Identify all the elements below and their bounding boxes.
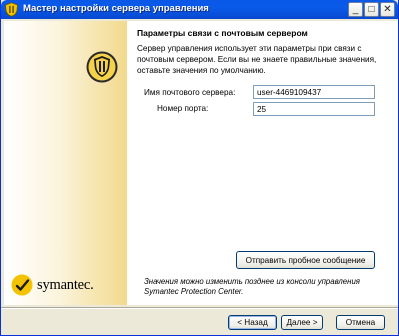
footer-separator: [1, 307, 398, 309]
minimize-icon: _: [352, 3, 359, 15]
shield-icon: [86, 51, 118, 83]
symantec-logo-icon: [11, 274, 33, 296]
minimize-button[interactable]: _: [348, 2, 363, 17]
close-icon: ✕: [383, 3, 392, 15]
page-heading: Параметры связи с почтовым сервером: [137, 28, 308, 38]
mail-server-label: Имя почтового сервера:: [144, 88, 236, 97]
window-title: Мастер настройки сервера управления: [23, 3, 209, 14]
back-button[interactable]: < Назад: [228, 315, 277, 330]
port-label: Номер порта:: [157, 104, 209, 113]
wizard-window: Мастер настройки сервера управления _ □ …: [0, 0, 399, 336]
port-input[interactable]: 25: [253, 102, 375, 116]
symantec-shield-icon: [5, 2, 18, 17]
change-later-note: Значения можно изменить позднее из консо…: [144, 277, 360, 296]
close-button[interactable]: ✕: [380, 2, 395, 17]
wizard-content: Параметры связи с почтовым сервером Серв…: [127, 21, 398, 305]
maximize-icon: □: [368, 3, 375, 15]
symantec-logo: symantec.: [11, 274, 101, 296]
maximize-button[interactable]: □: [364, 2, 379, 17]
page-description: Сервер управления использует эти парамет…: [137, 44, 377, 75]
next-button[interactable]: Далее >: [281, 315, 323, 330]
send-test-message-button[interactable]: Отправить пробное сообщение: [236, 251, 375, 269]
mail-server-input[interactable]: user-4469109437: [253, 85, 375, 99]
logo-text: symantec.: [37, 277, 94, 293]
wizard-side-panel: symantec.: [4, 21, 127, 305]
title-bar[interactable]: Мастер настройки сервера управления _ □ …: [1, 0, 398, 19]
cancel-button[interactable]: Отмена: [336, 315, 385, 330]
